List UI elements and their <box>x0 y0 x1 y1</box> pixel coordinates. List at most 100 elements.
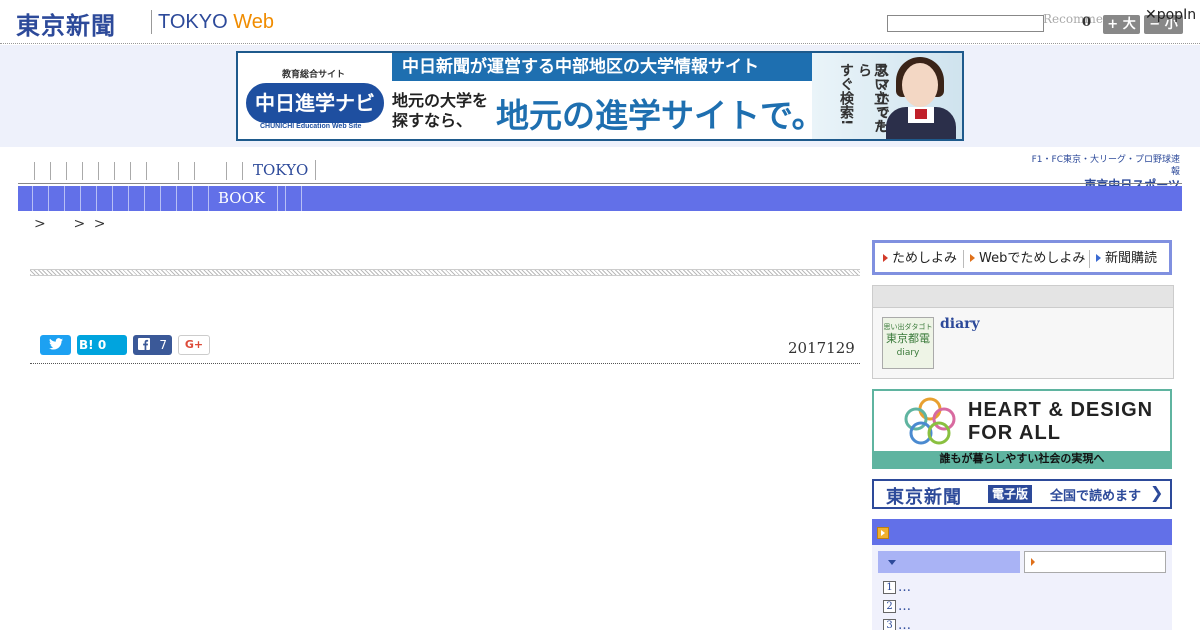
link-tameshiyomi[interactable]: ためしよみ <box>883 250 957 268</box>
facebook-share-button[interactable]: 7 <box>133 335 172 355</box>
heart-design-title: HEART & DESIGN FOR ALL <box>968 399 1153 445</box>
play-arrow-icon <box>877 527 889 539</box>
article-title-divider <box>30 269 860 276</box>
ad-banner-chunichi-shingaku-navi[interactable]: 教育総合サイト 中日進学ナビ CHUNICHI Education Web Si… <box>236 51 964 141</box>
banner-model-face <box>902 63 938 107</box>
category-nav-item[interactable] <box>81 186 97 211</box>
digital-edition-badge: 電子版 <box>988 485 1033 503</box>
ranking-item[interactable]: 2… <box>883 599 911 615</box>
sidebar-quick-links: ためしよみ Webでためしよみ 新聞購読 <box>872 240 1172 275</box>
digital-edition-logo: 東京新聞 <box>886 487 962 508</box>
nav-item[interactable] <box>179 162 195 180</box>
diary-thumb-line1: 思い出ダタゴト <box>883 323 933 331</box>
banner-main-copy: 地元の進学サイトで。 <box>496 96 825 135</box>
category-nav-item[interactable] <box>161 186 177 211</box>
site-logo-kanji[interactable]: 東京新聞 <box>16 6 116 41</box>
nav-item[interactable] <box>227 162 243 180</box>
ranking-item[interactable]: 3… <box>883 618 911 630</box>
nav-item-tokyo[interactable]: TOKYO <box>253 160 317 180</box>
flower-logo-icon <box>904 397 956 445</box>
category-nav-item[interactable] <box>49 186 65 211</box>
link-web-tameshiyomi[interactable]: Webでためしよみ <box>963 250 1085 268</box>
twitter-bird-icon <box>48 338 63 350</box>
nav-item[interactable] <box>147 162 179 180</box>
sports-link-caption: F1・FC東京・大リーグ・プロ野球速報 <box>1031 155 1180 177</box>
link-subscribe[interactable]: 新聞購読 <box>1089 250 1157 268</box>
nav-item[interactable] <box>35 162 51 180</box>
banner-subcopy: 地元の大学を 探すなら、 <box>392 91 488 131</box>
digital-edition-banner[interactable]: 東京新聞 電子版 全国で読めます ❯ <box>872 479 1172 509</box>
hatena-count: 0 <box>97 338 107 352</box>
site-logo-tokyo-web[interactable]: TOKYO Web <box>158 11 274 34</box>
nav-item[interactable] <box>83 162 99 180</box>
chevron-right-icon: ❯ <box>1150 483 1164 502</box>
banner-topbar: 中日新聞が運営する中部地区の大学情報サイト <box>392 53 812 81</box>
banner-small-label: 教育総合サイト <box>282 70 346 80</box>
diary-title-link[interactable]: diary <box>940 316 980 332</box>
nav-item[interactable] <box>115 162 131 180</box>
category-nav-item[interactable] <box>129 186 145 211</box>
category-nav-item[interactable] <box>33 186 49 211</box>
font-size-large-button[interactable]: + 大 <box>1103 15 1140 34</box>
logo-divider <box>151 10 152 34</box>
ranking-number: 3 <box>883 619 896 630</box>
link-subscribe-label: 新聞購読 <box>1105 251 1158 266</box>
category-nav-item[interactable] <box>193 186 209 211</box>
global-nav: TOKYO <box>18 160 838 182</box>
banner-model-ribbon <box>915 109 927 119</box>
category-nav-item[interactable] <box>65 186 81 211</box>
banner-vertical-copy-3: すぐ検索! <box>838 63 854 126</box>
banner-subcopy-line2: 探すなら、 <box>392 111 473 130</box>
nav-item[interactable] <box>51 162 67 180</box>
category-nav-item[interactable] <box>18 186 33 211</box>
nav-item[interactable] <box>67 162 83 180</box>
diary-thumbnail[interactable]: 思い出ダタゴト 東京都電 diary <box>882 317 934 369</box>
banner-photo: スマホでも 思い立ったら すぐ検索! <box>812 53 962 139</box>
banner-subcopy-line1: 地元の大学を <box>392 91 489 110</box>
category-nav: BOOK <box>18 186 1182 211</box>
diary-thumb-line2: 東京都電 <box>886 332 930 345</box>
hatena-b-icon: B! <box>79 338 94 352</box>
diary-box-header <box>873 286 1173 308</box>
ranking-item-text: … <box>898 618 911 630</box>
heart-design-for-all-banner[interactable]: HEART & DESIGN FOR ALL 誰もが暮らしやすい社会の実現へ <box>872 389 1172 469</box>
twitter-share-button[interactable] <box>40 335 71 355</box>
article-meta-divider <box>30 363 860 364</box>
ranking-item-text: … <box>898 580 911 595</box>
category-nav-item[interactable] <box>270 186 286 211</box>
nav-item[interactable] <box>195 162 227 180</box>
nav-item[interactable] <box>99 162 115 180</box>
diary-thumb-line3: diary <box>896 348 920 358</box>
google-plus-share-button[interactable]: G+ <box>178 335 210 355</box>
blue-triangle-icon <box>1096 254 1101 262</box>
heart-title-line1: HEART & DESIGN <box>968 399 1154 421</box>
ranking-number: 2 <box>883 600 896 613</box>
logo-web-text: Web <box>233 11 274 33</box>
category-nav-item[interactable] <box>286 186 302 211</box>
ranking-tab-inactive[interactable] <box>1024 551 1166 573</box>
search-input[interactable] <box>887 15 1044 32</box>
ranking-box: 1… 2… 3… <box>872 519 1172 630</box>
logo-tokyo-text: TOKYO <box>158 11 228 33</box>
facebook-icon <box>138 338 150 350</box>
hatena-bookmark-button[interactable]: B! 0 <box>77 335 127 355</box>
heart-design-caption: 誰もが暮らしやすい社会の実現へ <box>874 451 1170 467</box>
ranking-tab-active[interactable] <box>878 551 1020 573</box>
facebook-count: 7 <box>159 338 167 352</box>
category-nav-item[interactable] <box>113 186 129 211</box>
category-nav-item[interactable] <box>177 186 193 211</box>
banner-vertical-copy-2: 思い立ったら <box>856 63 888 133</box>
category-nav-item[interactable] <box>145 186 161 211</box>
nav-item[interactable] <box>131 162 147 180</box>
category-nav-item[interactable] <box>97 186 113 211</box>
recommend-count: 0 <box>1082 15 1092 30</box>
banner-logo-en: CHUNICHI Education Web Site <box>260 123 362 130</box>
popin-close-button[interactable]: ✕popIn <box>1145 7 1196 23</box>
article-date: 2017129 <box>788 339 855 357</box>
red-triangle-icon <box>883 254 888 262</box>
breadcrumb[interactable]: > > > <box>34 216 107 232</box>
nav-item[interactable] <box>18 162 35 180</box>
recommend-label[interactable]: Recommend <box>1043 12 1103 26</box>
ranking-item[interactable]: 1… <box>883 580 911 596</box>
ad-banner-band: 教育総合サイト 中日進学ナビ CHUNICHI Education Web Si… <box>0 45 1200 147</box>
